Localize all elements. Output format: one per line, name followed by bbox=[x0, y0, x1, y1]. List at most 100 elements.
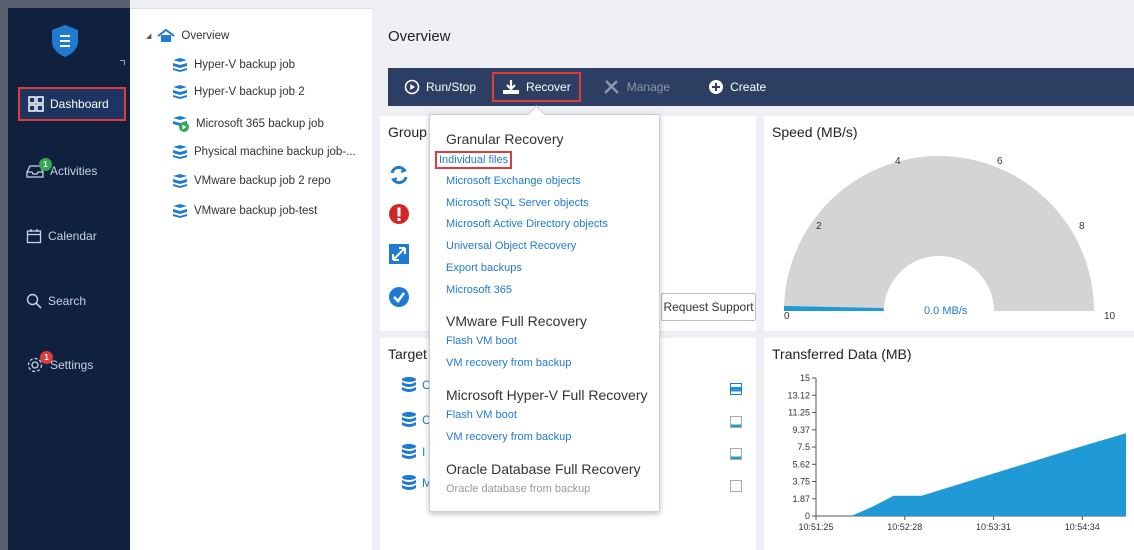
target-row[interactable]: M bbox=[400, 474, 432, 492]
x-tick-label: 10:54:34 bbox=[1065, 522, 1100, 532]
dropdown-section-title: Oracle Database Full Recovery bbox=[446, 461, 641, 477]
gauge-label: 2 bbox=[816, 221, 822, 232]
x-tick-label: 10:52:28 bbox=[887, 522, 922, 532]
database-stack-icon bbox=[173, 58, 187, 72]
app-logo-icon bbox=[52, 25, 78, 57]
transferred-data-panel: Transferred Data (MB) 0 1.87 3.75 5.62 7.5 9.… bbox=[764, 338, 1134, 550]
gauge-value: 0.0 MB/s bbox=[924, 305, 968, 317]
database-icon bbox=[402, 377, 416, 392]
target-row[interactable]: I bbox=[400, 443, 425, 461]
database-running-icon bbox=[173, 116, 189, 132]
page-title: Overview bbox=[388, 28, 451, 45]
job-tree-panel: ◢ Overview Hyper-V backup job Hyper-V ba… bbox=[130, 8, 372, 550]
menu-item-hyperv-vm-recovery[interactable]: VM recovery from backup bbox=[446, 431, 571, 443]
nav-calendar[interactable]: Calendar bbox=[18, 219, 126, 253]
usage-indicator-icon bbox=[730, 416, 742, 428]
transferred-data-chart: 0 1.87 3.75 5.62 7.5 9.37 11.25 13.12 15 10:51:25… bbox=[787, 373, 1126, 532]
tree-root-overview[interactable]: ◢ Overview bbox=[146, 26, 229, 46]
run-stop-button[interactable]: Run/Stop bbox=[396, 72, 484, 102]
tree-item[interactable]: Hyper-V backup job 2 bbox=[172, 82, 305, 102]
request-support-button[interactable]: Request Support bbox=[661, 293, 756, 321]
gauge-label: 4 bbox=[895, 156, 901, 167]
tree-item[interactable]: Physical machine backup job-... bbox=[172, 142, 356, 162]
tree-item-label: Hyper-V backup job 2 bbox=[194, 86, 305, 98]
tree-item[interactable]: Hyper-V backup job bbox=[172, 55, 295, 75]
create-button[interactable]: Create bbox=[700, 72, 774, 102]
nav-calendar-label: Calendar bbox=[48, 229, 97, 243]
menu-item-sql-objects[interactable]: Microsoft SQL Server objects bbox=[446, 197, 589, 209]
database-stack-icon bbox=[173, 145, 187, 159]
transferred-panel-title: Transferred Data (MB) bbox=[772, 346, 912, 362]
toolbar: Run/Stop Recover Manage Create bbox=[388, 68, 1134, 106]
menu-item-microsoft-365[interactable]: Microsoft 365 bbox=[446, 284, 512, 296]
menu-item-individual-files[interactable]: Individual files bbox=[435, 151, 513, 169]
tree-root-label: Overview bbox=[181, 30, 230, 42]
usage-indicator-icon bbox=[730, 383, 742, 395]
database-stack-icon bbox=[173, 204, 187, 218]
tree-item[interactable]: VMware backup job-test bbox=[172, 201, 317, 221]
home-icon bbox=[157, 29, 175, 42]
collapse-toggle-icon[interactable] bbox=[120, 60, 125, 65]
database-icon bbox=[402, 444, 416, 459]
tree-item-label: Hyper-V backup job bbox=[194, 59, 295, 71]
tree-item-label: Physical machine backup job-... bbox=[194, 146, 356, 158]
y-tick-label: 7.5 bbox=[797, 442, 810, 452]
nav-dashboard[interactable]: Dashboard bbox=[18, 87, 126, 121]
menu-item-oracle-recovery[interactable]: Oracle database from backup bbox=[446, 483, 590, 495]
menu-item-vmware-flash-boot[interactable]: Flash VM boot bbox=[446, 335, 517, 347]
target-row[interactable]: C bbox=[400, 376, 431, 394]
menu-item-hyperv-flash-boot[interactable]: Flash VM boot bbox=[446, 409, 517, 421]
database-stack-icon bbox=[173, 85, 187, 99]
y-tick-label: 13.12 bbox=[787, 390, 810, 400]
area-series bbox=[816, 433, 1126, 516]
speed-gauge: 0 2 4 6 8 10 0.0 MB/s bbox=[784, 156, 1116, 322]
search-icon bbox=[26, 293, 42, 309]
menu-item-export-backups[interactable]: Export backups bbox=[446, 262, 522, 274]
target-row-label: I bbox=[422, 445, 426, 459]
nav-search-label: Search bbox=[48, 294, 87, 308]
tree-item-label: Microsoft 365 backup job bbox=[196, 118, 324, 130]
dropdown-section-title: Granular Recovery bbox=[446, 131, 564, 147]
menu-item-universal-object-recovery[interactable]: Universal Object Recovery bbox=[446, 240, 576, 252]
download-icon bbox=[503, 80, 520, 94]
dropdown-section-title: Microsoft Hyper-V Full Recovery bbox=[446, 387, 648, 403]
database-icon bbox=[402, 475, 416, 490]
manage-button[interactable]: Manage bbox=[595, 72, 678, 102]
database-stack-icon bbox=[173, 174, 187, 188]
recover-button[interactable]: Recover bbox=[492, 72, 581, 102]
menu-item-vmware-vm-recovery[interactable]: VM recovery from backup bbox=[446, 357, 571, 369]
tools-icon bbox=[603, 80, 619, 94]
calendar-icon bbox=[26, 229, 42, 244]
tree-item[interactable]: VMware backup job 2 repo bbox=[172, 171, 331, 191]
gauge-label: 0 bbox=[784, 311, 790, 322]
nav-search[interactable]: Search bbox=[18, 284, 126, 318]
y-tick-label: 15 bbox=[800, 373, 810, 383]
expand-arrow-icon[interactable]: ◢ bbox=[146, 32, 151, 40]
nav-settings-label: Settings bbox=[50, 358, 94, 372]
target-row[interactable]: C bbox=[400, 411, 431, 429]
y-tick-label: 9.37 bbox=[792, 425, 810, 435]
menu-item-exchange-objects[interactable]: Microsoft Exchange objects bbox=[446, 175, 581, 187]
database-icon bbox=[402, 412, 416, 427]
play-circle-icon bbox=[404, 79, 420, 95]
gauge-label: 10 bbox=[1104, 311, 1116, 322]
speed-panel: Speed (MB/s) 0 2 4 6 8 10 0.0 MB/s bbox=[764, 116, 1134, 331]
settings-badge: 1 bbox=[40, 351, 53, 364]
manage-label: Manage bbox=[626, 80, 671, 94]
recover-label: Recover bbox=[526, 80, 571, 94]
recover-dropdown-menu: Granular Recovery Individual files Micro… bbox=[429, 114, 660, 512]
error-icon bbox=[389, 204, 409, 224]
nav-settings[interactable]: Settings 1 bbox=[18, 348, 126, 382]
run-stop-label: Run/Stop bbox=[426, 80, 477, 94]
dashboard-icon bbox=[28, 96, 44, 112]
menu-item-ad-objects[interactable]: Microsoft Active Directory objects bbox=[446, 218, 608, 230]
gauge-label: 8 bbox=[1079, 221, 1085, 232]
group-panel-title: Group bbox=[388, 124, 427, 140]
create-label: Create bbox=[730, 80, 767, 94]
gauge-label: 6 bbox=[997, 156, 1003, 167]
activities-badge: 1 bbox=[39, 158, 52, 171]
plus-circle-icon bbox=[709, 80, 724, 94]
tree-item[interactable]: Microsoft 365 backup job bbox=[172, 114, 324, 134]
nav-activities[interactable]: Activities 1 bbox=[18, 154, 126, 188]
x-tick-label: 10:53:31 bbox=[976, 522, 1011, 532]
